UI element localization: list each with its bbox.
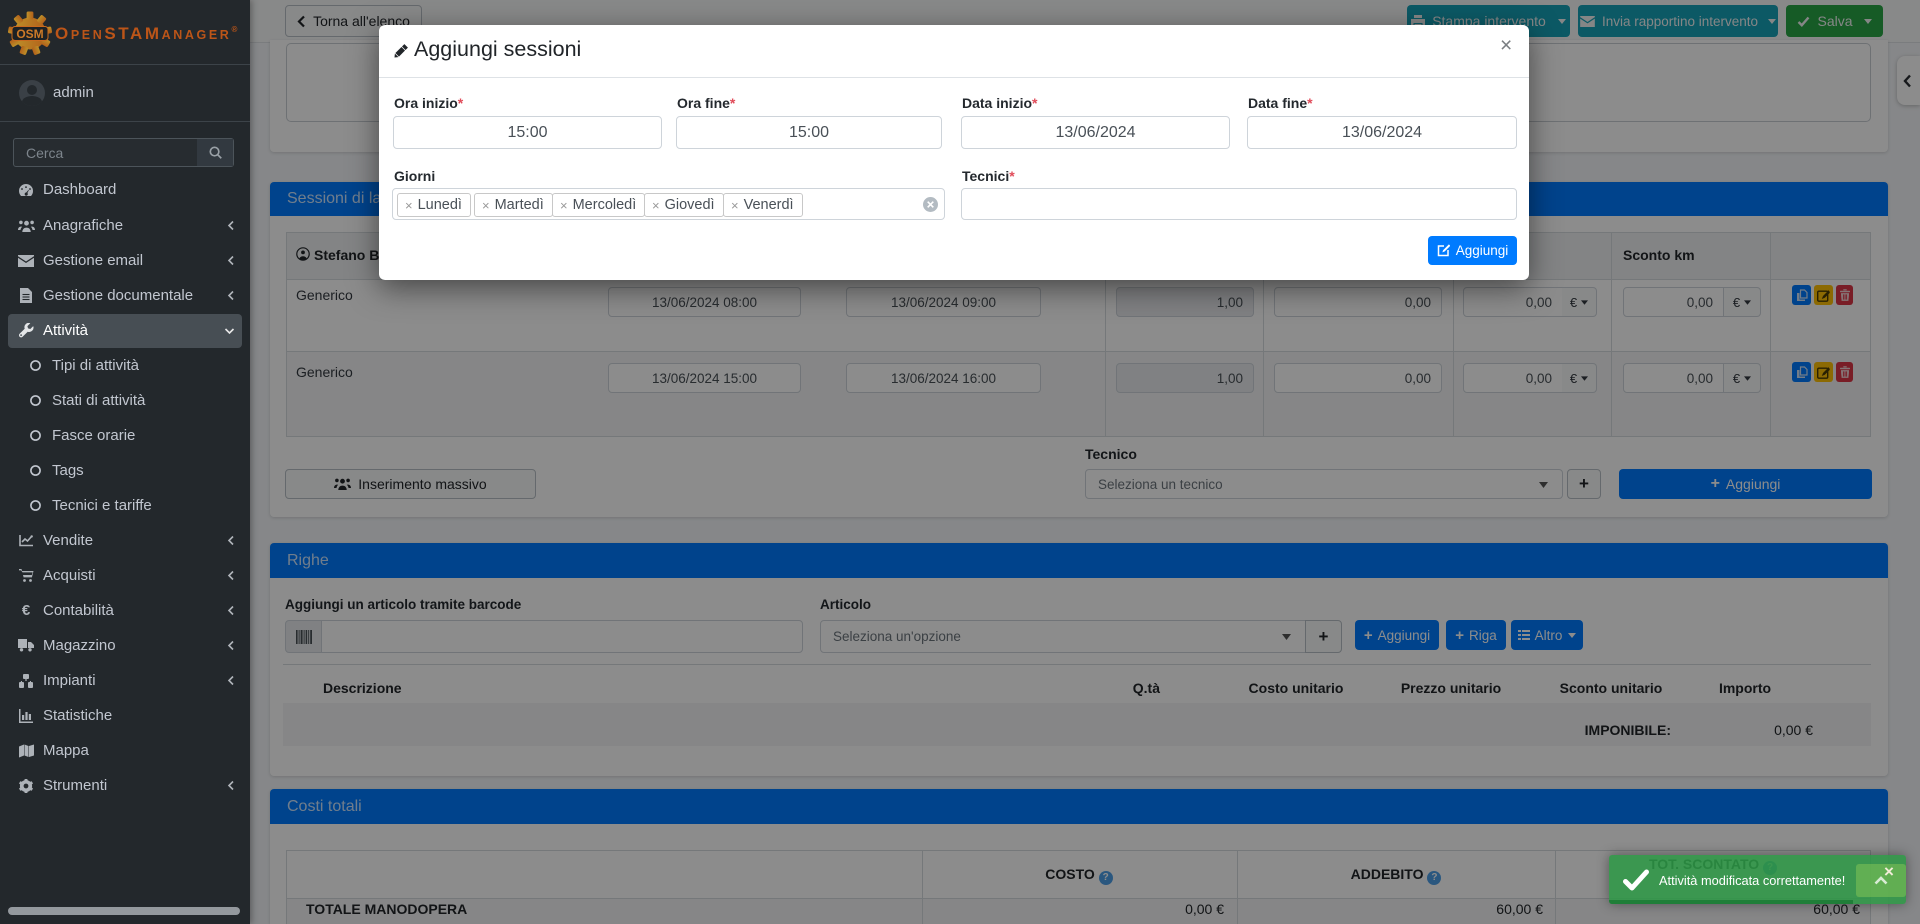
svg-text:OSM: OSM	[16, 27, 43, 41]
